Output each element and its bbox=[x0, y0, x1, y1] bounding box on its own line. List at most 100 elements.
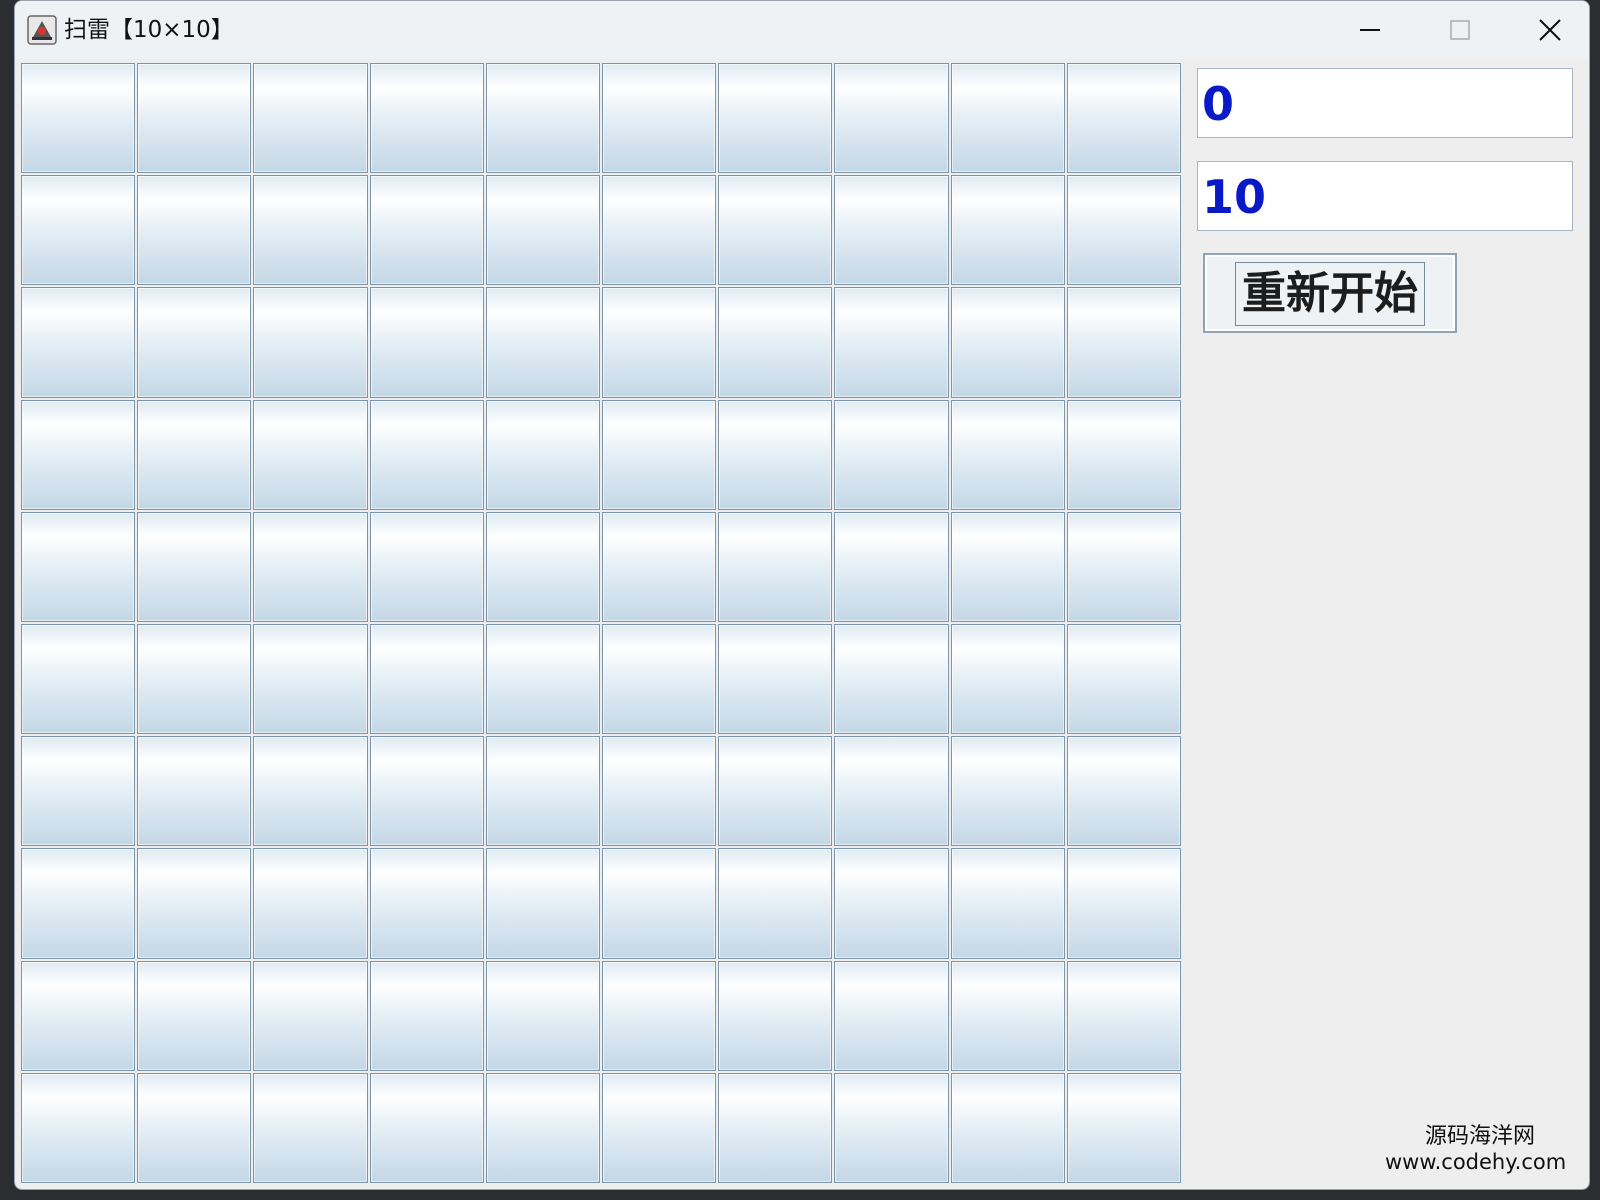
mine-cell[interactable] bbox=[253, 736, 368, 847]
mine-cell[interactable] bbox=[601, 623, 717, 735]
mine-cell[interactable] bbox=[834, 399, 949, 510]
mines-field[interactable]: 10 bbox=[1197, 161, 1573, 231]
mine-cell[interactable] bbox=[950, 63, 1065, 174]
mine-cell[interactable] bbox=[369, 63, 484, 174]
mine-cell[interactable] bbox=[137, 175, 252, 286]
mine-cell[interactable] bbox=[369, 736, 484, 847]
mine-cell[interactable] bbox=[718, 623, 833, 735]
mine-cell[interactable] bbox=[834, 63, 949, 174]
title-bar[interactable]: 扫雷【10×10】 bbox=[15, 1, 1589, 59]
mine-cell[interactable] bbox=[137, 848, 252, 959]
mine-cell[interactable] bbox=[137, 960, 252, 1071]
mine-cell[interactable] bbox=[1066, 1072, 1181, 1183]
mine-cell[interactable] bbox=[601, 511, 717, 622]
mine-cell[interactable] bbox=[137, 63, 252, 174]
mine-cell[interactable] bbox=[950, 287, 1065, 398]
mine-cell[interactable] bbox=[834, 511, 949, 622]
counter-field[interactable]: 0 bbox=[1197, 68, 1573, 138]
mine-cell[interactable] bbox=[834, 175, 949, 286]
mine-cell[interactable] bbox=[21, 399, 136, 510]
mine-cell[interactable] bbox=[1066, 511, 1181, 622]
mine-cell[interactable] bbox=[21, 63, 136, 174]
mine-cell[interactable] bbox=[718, 736, 833, 847]
mine-cell[interactable] bbox=[1066, 175, 1181, 286]
mine-cell[interactable] bbox=[485, 175, 600, 286]
mine-cell[interactable] bbox=[1066, 848, 1181, 959]
mine-cell[interactable] bbox=[718, 63, 833, 174]
mine-cell[interactable] bbox=[485, 511, 600, 622]
mine-cell[interactable] bbox=[950, 623, 1065, 735]
mine-cell[interactable] bbox=[834, 848, 949, 959]
mine-cell[interactable] bbox=[601, 287, 717, 398]
mine-cell[interactable] bbox=[485, 1072, 600, 1183]
mine-cell[interactable] bbox=[21, 175, 136, 286]
mine-cell[interactable] bbox=[21, 848, 136, 959]
mine-cell[interactable] bbox=[718, 960, 833, 1071]
mine-cell[interactable] bbox=[369, 287, 484, 398]
mine-cell[interactable] bbox=[137, 1072, 252, 1183]
restart-button[interactable]: 重新开始 bbox=[1203, 253, 1457, 333]
mine-cell[interactable] bbox=[21, 511, 136, 622]
mine-cell[interactable] bbox=[253, 511, 368, 622]
mine-cell[interactable] bbox=[950, 736, 1065, 847]
mine-cell[interactable] bbox=[369, 511, 484, 622]
mine-cell[interactable] bbox=[601, 63, 717, 174]
mine-cell[interactable] bbox=[1066, 399, 1181, 510]
mine-cell[interactable] bbox=[1066, 623, 1181, 735]
mine-cell[interactable] bbox=[834, 623, 949, 735]
mine-cell[interactable] bbox=[718, 1072, 833, 1183]
mine-cell[interactable] bbox=[137, 287, 252, 398]
mine-cell[interactable] bbox=[601, 175, 717, 286]
mine-cell[interactable] bbox=[1066, 287, 1181, 398]
mine-cell[interactable] bbox=[21, 960, 136, 1071]
mine-cell[interactable] bbox=[718, 287, 833, 398]
mine-cell[interactable] bbox=[253, 287, 368, 398]
mine-cell[interactable] bbox=[253, 623, 368, 735]
mine-cell[interactable] bbox=[369, 1072, 484, 1183]
minimize-button[interactable] bbox=[1325, 1, 1415, 59]
mine-cell[interactable] bbox=[601, 1072, 717, 1183]
mine-cell[interactable] bbox=[485, 960, 600, 1071]
mine-cell[interactable] bbox=[253, 1072, 368, 1183]
mine-cell[interactable] bbox=[950, 511, 1065, 622]
mine-cell[interactable] bbox=[485, 736, 600, 847]
mine-cell[interactable] bbox=[950, 960, 1065, 1071]
mine-cell[interactable] bbox=[485, 63, 600, 174]
mine-cell[interactable] bbox=[950, 1072, 1065, 1183]
mine-cell[interactable] bbox=[834, 287, 949, 398]
mine-cell[interactable] bbox=[834, 960, 949, 1071]
mine-cell[interactable] bbox=[21, 287, 136, 398]
mine-cell[interactable] bbox=[485, 287, 600, 398]
mine-cell[interactable] bbox=[137, 736, 252, 847]
mine-cell[interactable] bbox=[1066, 736, 1181, 847]
maximize-button[interactable] bbox=[1415, 1, 1505, 59]
close-button[interactable] bbox=[1505, 1, 1589, 59]
mine-cell[interactable] bbox=[601, 848, 717, 959]
mine-cell[interactable] bbox=[369, 399, 484, 510]
mine-cell[interactable] bbox=[601, 399, 717, 510]
mine-cell[interactable] bbox=[369, 175, 484, 286]
mine-cell[interactable] bbox=[137, 399, 252, 510]
mine-cell[interactable] bbox=[253, 848, 368, 959]
mine-cell[interactable] bbox=[485, 399, 600, 510]
mine-cell[interactable] bbox=[137, 623, 252, 735]
mine-cell[interactable] bbox=[718, 848, 833, 959]
mine-cell[interactable] bbox=[137, 511, 252, 622]
mine-cell[interactable] bbox=[1066, 960, 1181, 1071]
mine-cell[interactable] bbox=[601, 736, 717, 847]
mine-cell[interactable] bbox=[834, 1072, 949, 1183]
mine-cell[interactable] bbox=[718, 399, 833, 510]
mine-cell[interactable] bbox=[485, 848, 600, 959]
mine-cell[interactable] bbox=[950, 175, 1065, 286]
mine-cell[interactable] bbox=[834, 736, 949, 847]
mine-cell[interactable] bbox=[718, 511, 833, 622]
mine-cell[interactable] bbox=[369, 623, 484, 735]
mine-cell[interactable] bbox=[21, 736, 136, 847]
mine-cell[interactable] bbox=[21, 1072, 136, 1183]
mine-cell[interactable] bbox=[718, 175, 833, 286]
mine-cell[interactable] bbox=[485, 623, 600, 735]
mine-cell[interactable] bbox=[950, 399, 1065, 510]
mine-cell[interactable] bbox=[950, 848, 1065, 959]
mine-cell[interactable] bbox=[253, 175, 368, 286]
mine-cell[interactable] bbox=[369, 848, 484, 959]
